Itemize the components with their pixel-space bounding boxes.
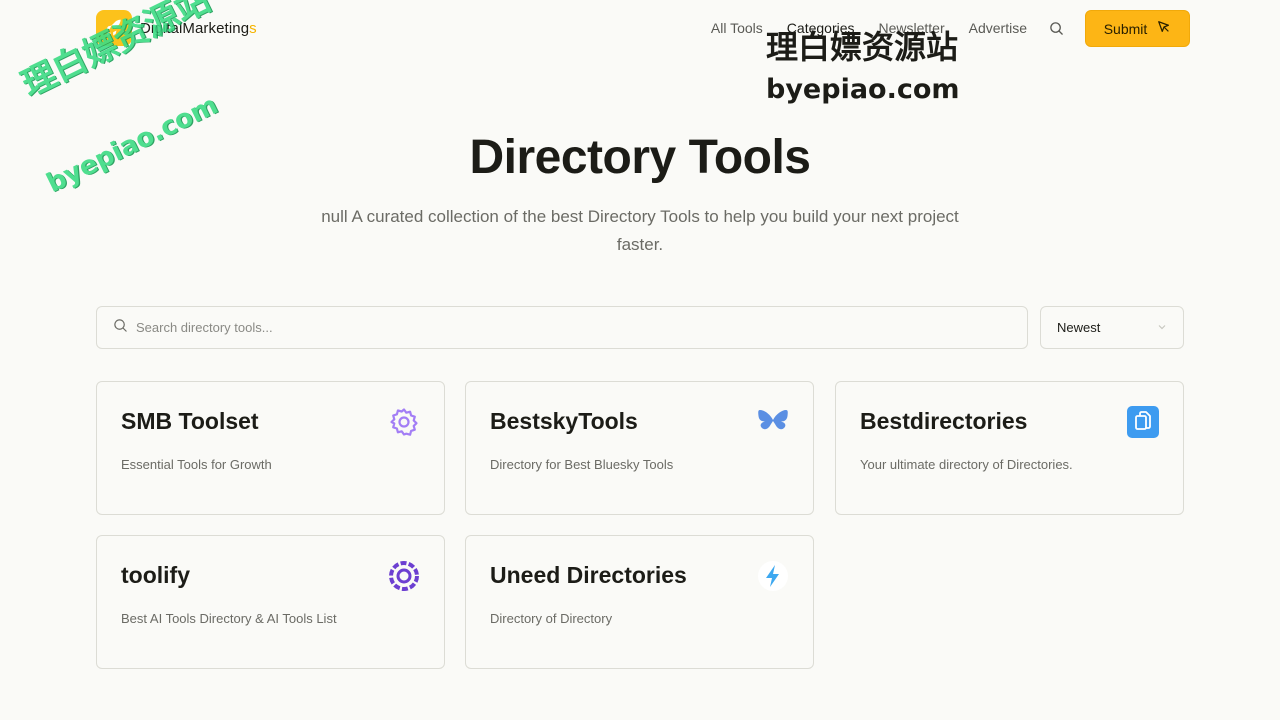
search-icon[interactable] — [1046, 18, 1066, 38]
search-icon — [113, 318, 128, 338]
tool-card-smb-toolset[interactable]: SMB Toolset Essential Tools for Growth — [96, 381, 445, 515]
tool-card-bestdirectories[interactable]: Bestdirectories Your ultimate directory … — [835, 381, 1184, 515]
copy-icon — [1127, 406, 1159, 438]
tool-card-bestskytools[interactable]: BestskyTools Directory for Best Bluesky … — [465, 381, 814, 515]
nav-advertise[interactable]: Advertise — [969, 20, 1027, 36]
watermark-cn: 理白嫖资源站 — [766, 28, 959, 66]
watermark-url: byepiao.com — [766, 74, 960, 105]
tool-card-toolify[interactable]: toolify Best AI Tools Directory & AI Too… — [96, 535, 445, 669]
card-description: Directory for Best Bluesky Tools — [490, 457, 674, 472]
card-title: Uneed Directories — [490, 562, 687, 588]
card-title: Bestdirectories — [860, 408, 1028, 434]
card-title: toolify — [121, 562, 190, 588]
cursor-arrow-icon — [1157, 20, 1171, 37]
card-description: Best AI Tools Directory & AI Tools List — [121, 611, 337, 626]
page-title: Directory Tools — [469, 131, 811, 184]
sort-select[interactable]: Newest — [1040, 306, 1184, 349]
submit-label: Submit — [1103, 20, 1148, 37]
butterfly-icon — [757, 406, 789, 438]
gear-icon — [388, 406, 420, 438]
card-description: Essential Tools for Growth — [121, 457, 272, 472]
sort-value: Newest — [1057, 320, 1101, 335]
submit-button[interactable]: Submit — [1085, 10, 1190, 47]
lightning-icon — [757, 560, 789, 592]
chevron-down-icon — [1157, 320, 1167, 335]
card-description: Directory of Directory — [490, 611, 613, 626]
search-input[interactable] — [136, 320, 1027, 335]
card-title: SMB Toolset — [121, 408, 259, 434]
toolify-logo-icon — [388, 560, 420, 592]
card-title: BestskyTools — [490, 408, 638, 434]
tool-card-uneed-directories[interactable]: Uneed Directories Directory of Directory — [465, 535, 814, 669]
nav-all-tools[interactable]: All Tools — [711, 20, 763, 36]
search-bar — [96, 306, 1028, 349]
page-subtitle: null A curated collection of the best Di… — [321, 207, 959, 254]
card-description: Your ultimate directory of Directories. — [860, 457, 1073, 472]
